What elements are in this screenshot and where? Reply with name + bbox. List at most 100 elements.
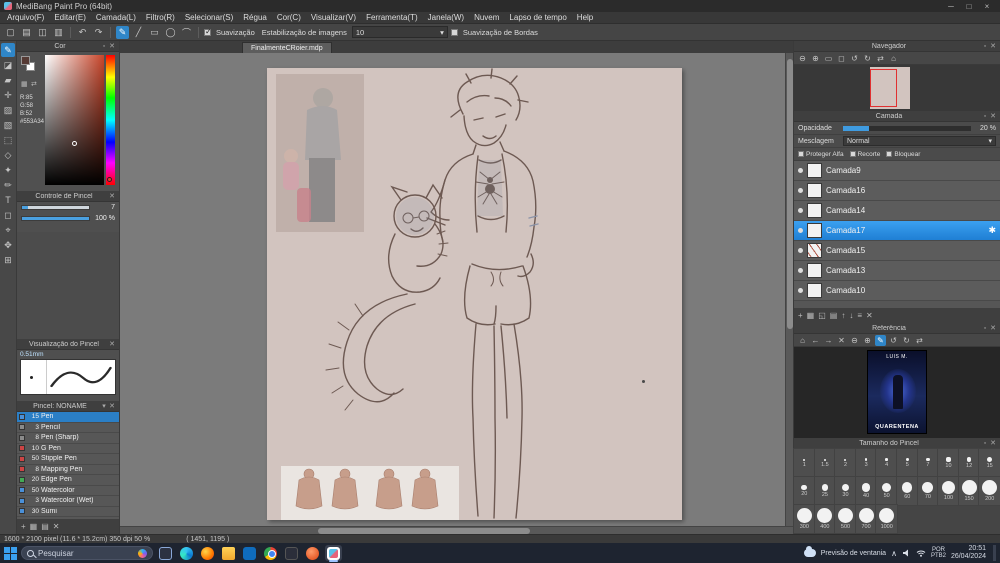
navigator-view[interactable] [794,65,1000,111]
menu-item[interactable]: Editar(E) [49,13,91,22]
eyedropper-icon[interactable]: ✎ [875,334,886,346]
lock-option[interactable]: Bloquear [886,151,920,158]
menu-item[interactable]: Ferramenta(T) [361,13,423,22]
pen-mode-button[interactable]: ✎ [116,25,129,39]
reference-view[interactable]: LUIS M. QUARENTENA [794,347,1000,438]
close-button[interactable]: × [978,2,996,11]
brush-size-cell[interactable]: 12 [957,448,981,478]
layer-visibility-icon[interactable] [798,188,803,193]
layer-settings-gear-icon[interactable]: ✱ [988,225,996,236]
weather-text[interactable]: Previsão de ventania [821,550,886,557]
start-button[interactable] [4,546,17,560]
volume-icon[interactable] [902,549,911,557]
taskbar-explorer[interactable] [220,545,237,561]
vertical-scrollbar[interactable] [785,53,793,526]
reset-view-icon[interactable]: ⌂ [888,53,899,64]
menu-item[interactable]: Selecionar(S) [180,13,238,22]
add-brush-icon[interactable]: + [21,522,26,531]
edge-smoothing-checkbox[interactable] [450,28,458,36]
layer-row[interactable]: Camada16 [794,181,1000,201]
brush-list-item[interactable]: 20 Edge Pen [17,475,119,486]
horizontal-scroll-thumb[interactable] [318,528,530,534]
brush-list-item[interactable]: 15 Pen [17,412,119,423]
protect-alpha-option[interactable]: Proteger Alfa [798,151,844,158]
brush-size-cell[interactable]: 30 [834,476,857,506]
panel-close-icon[interactable]: ✕ [108,192,116,200]
brush-size-cell[interactable]: 700 [854,504,878,534]
taskbar-store[interactable] [241,545,258,561]
brush-list-item[interactable]: 3 Pencil [17,423,119,433]
task-view-button[interactable] [157,545,174,561]
taskbar-chrome[interactable] [262,545,279,561]
brush-size-cell[interactable]: 1.5 [813,448,837,478]
brush-size-cell[interactable]: 200 [978,476,1000,506]
undo-icon[interactable]: ↶ [76,26,89,39]
hand-tool-icon[interactable]: ✥ [1,238,15,252]
canvas-viewport[interactable] [120,53,793,526]
open-file-icon[interactable]: ▤ [20,26,33,39]
magic-wand-tool-icon[interactable]: ✦ [1,163,15,177]
add-layer-icon[interactable]: + [798,311,803,320]
taskbar-medibang[interactable] [325,545,342,562]
blend-mode-select[interactable]: Normal ▾ [843,136,996,146]
brush-list-item[interactable]: 50 Watercolor [17,486,119,496]
wifi-icon[interactable] [916,549,926,557]
clipping-checkbox[interactable] [849,151,856,157]
brush-opacity-slider[interactable] [21,216,90,221]
hue-strip[interactable] [106,55,115,185]
menu-item[interactable]: Lapso de tempo [504,13,571,22]
saturation-value-box[interactable] [45,55,104,185]
zoom-out-icon[interactable]: ⊖ [849,335,860,346]
gradient-tool-icon[interactable]: ▧ [1,118,15,132]
brush-size-cell[interactable]: 1 [793,448,816,478]
taskbar-search[interactable]: Pesquisar [21,546,153,560]
brush-size-cell[interactable]: 70 [916,476,940,506]
taskbar-edge[interactable] [178,545,195,561]
navigator-thumbnail[interactable] [870,67,910,109]
panel-close-icon[interactable]: ✕ [108,42,116,50]
close-reference-icon[interactable]: ✕ [836,335,847,346]
menu-item[interactable]: Help [572,13,598,22]
zoom-out-icon[interactable]: ⊖ [797,53,808,64]
brush-size-cell[interactable]: 4 [875,448,898,478]
layer-opacity-slider[interactable] [843,125,971,131]
rect-mode-button[interactable]: ▭ [148,26,161,39]
layer-row[interactable]: Camada15 [794,241,1000,261]
search-highlights-icon[interactable] [138,548,147,558]
brush-size-cell[interactable]: 1000 [875,504,898,534]
brush-size-cell[interactable]: 400 [813,504,837,534]
brush-list-item[interactable]: 8 Mapping Pen [17,465,119,475]
brush-size-cell[interactable]: 25 [813,476,837,506]
layer-row[interactable]: Camada9 [794,161,1000,181]
panel-menu-icon[interactable]: ▫ [100,43,108,50]
lock-checkbox[interactable] [886,151,893,157]
panel-menu-icon[interactable]: ▫ [981,43,989,50]
fit-view-icon[interactable]: ▭ [823,53,834,64]
brush-list-item[interactable]: 10 G Pen [17,444,119,454]
layer-visibility-icon[interactable] [798,228,803,233]
brush-size-cell[interactable]: 5 [896,448,919,478]
line-mode-button[interactable]: ╱ [132,26,145,39]
brush-size-cell[interactable]: 20 [793,476,816,506]
rotate-right-icon[interactable]: ↻ [862,53,873,64]
menu-item[interactable]: Camada(L) [91,13,141,22]
menu-item[interactable]: Visualizar(V) [306,13,361,22]
layer-settings-icon[interactable]: ≡ [857,311,862,320]
brush-size-cell[interactable]: 2 [834,448,857,478]
fill-tool-icon[interactable]: ▨ [1,103,15,117]
dot-tool-icon[interactable]: ▰ [1,73,15,87]
hue-marker[interactable] [107,177,112,182]
divide-tool-icon[interactable]: ⊞ [1,253,15,267]
eyedropper-tool-icon[interactable]: ⌖ [1,223,15,237]
rotate-left-icon[interactable]: ↺ [888,335,899,346]
panel-menu-icon[interactable]: ▾ [100,402,108,410]
open-reference-icon[interactable]: ⌂ [797,335,808,346]
layer-visibility-icon[interactable] [798,168,803,173]
panel-close-icon[interactable]: ✕ [989,112,997,120]
text-tool-icon[interactable]: T [1,193,15,207]
select-pen-tool-icon[interactable]: ✏ [1,178,15,192]
document-tab[interactable]: FinalmenteCRoier.mdp [242,42,332,53]
move-layer-up-icon[interactable]: ↑ [841,311,845,320]
menu-item[interactable]: Nuvem [469,13,504,22]
brush-size-cell[interactable]: 500 [834,504,857,534]
